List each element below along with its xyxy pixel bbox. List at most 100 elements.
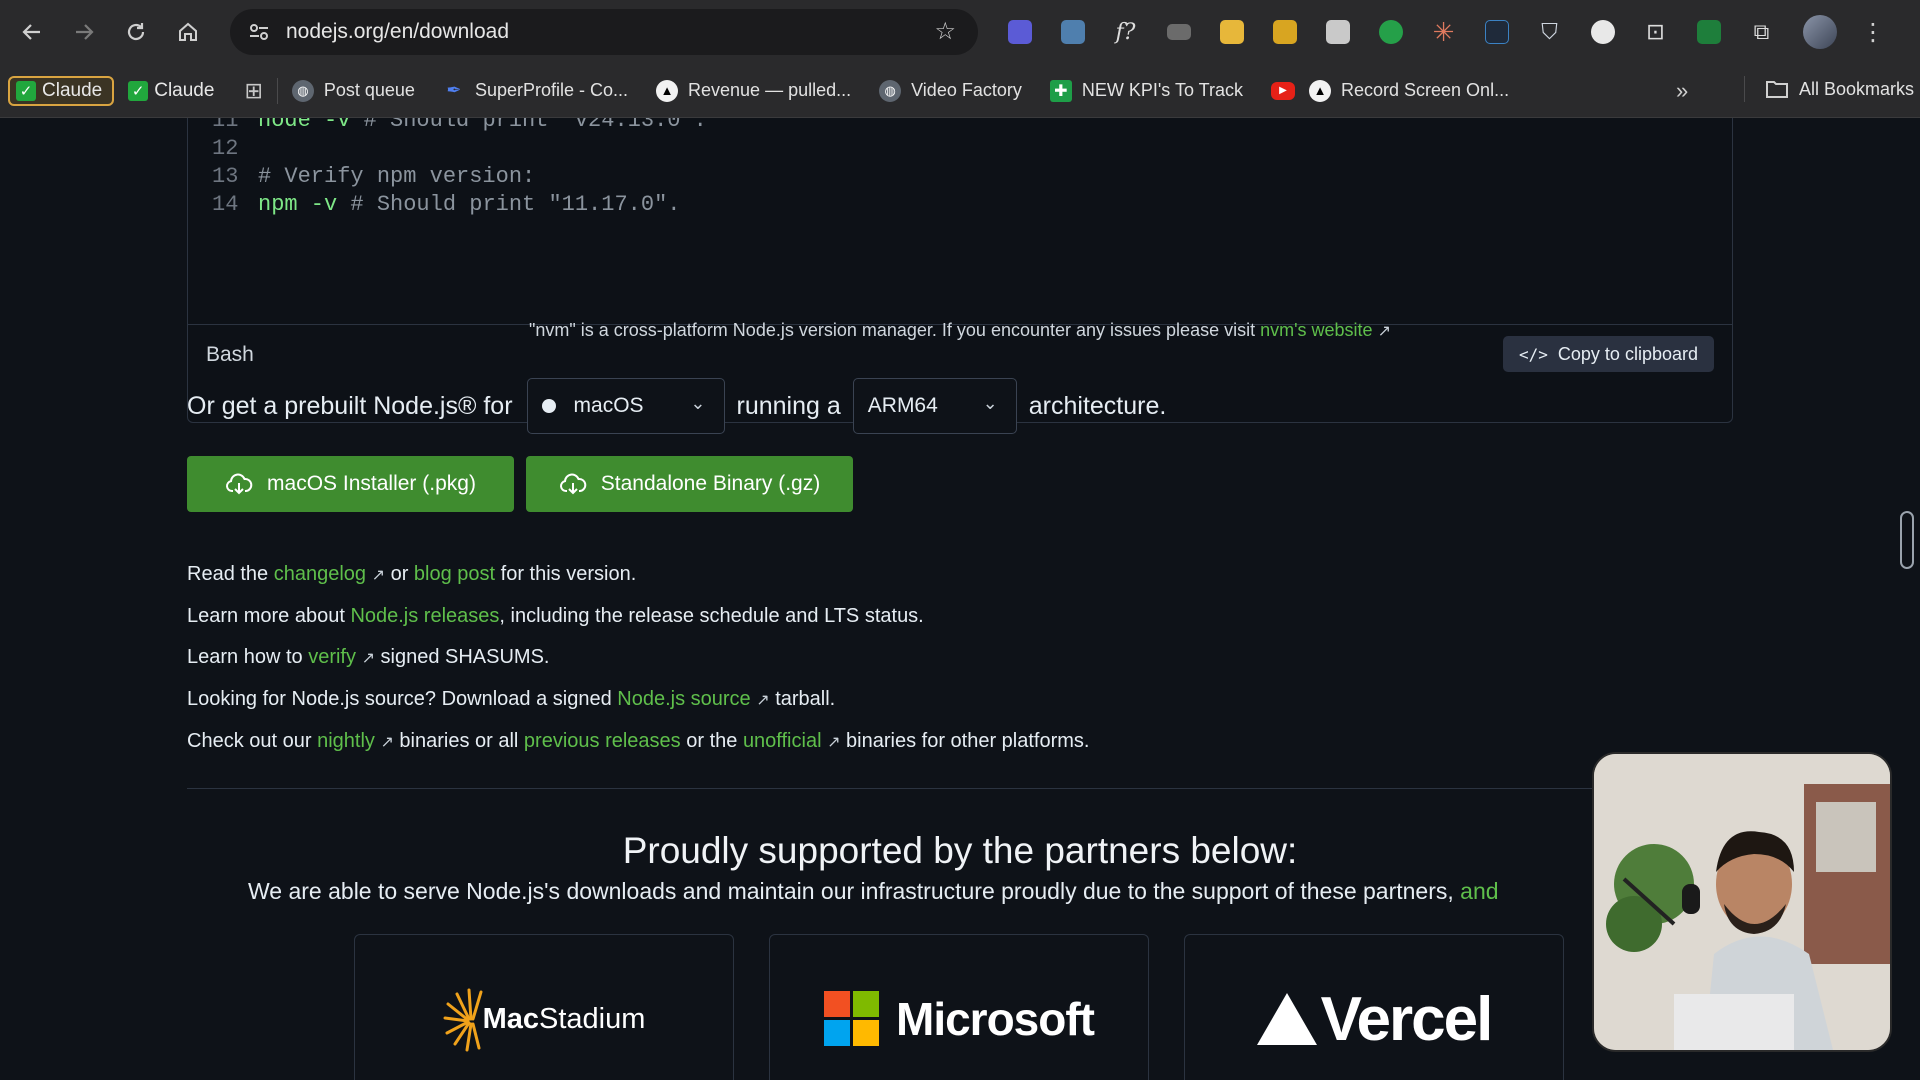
globe-icon: ◍ [879, 79, 902, 102]
bookmark-claude-2[interactable]: ✓ Claude [122, 76, 224, 106]
prebuilt-suffix: architecture. [1028, 391, 1167, 420]
verify-link[interactable]: verify [308, 646, 356, 668]
url-text[interactable]: nodejs.org/en/download [286, 20, 509, 44]
plus-icon: ✚ [1049, 79, 1072, 102]
nightly-link[interactable]: nightly [317, 730, 375, 752]
feather-icon: ✒ [446, 80, 462, 100]
extension-video-icon[interactable] [1159, 13, 1198, 52]
external-link-icon: ↗ [1377, 323, 1391, 340]
bookmark-star-icon[interactable]: ☆ [934, 17, 956, 46]
nvm-website-link[interactable]: nvm's website [1260, 320, 1372, 340]
bookmark-video-factory[interactable]: ◍ Video Factory [879, 79, 1022, 102]
extension-shield-icon[interactable]: ⛉ [1530, 13, 1569, 52]
code-lines: 11 node -v # Should print "v24.13.0". 12 … [212, 118, 707, 219]
nodejs-source-link[interactable]: Node.js source [617, 688, 750, 710]
all-bookmarks-label: All Bookmarks [1799, 78, 1915, 99]
forward-icon[interactable] [58, 6, 110, 58]
more-bookmarks-chevron-icon[interactable]: » [1676, 78, 1688, 104]
globe-icon: ◍ [291, 79, 314, 102]
arch-select[interactable]: ARM64 ⌄ [852, 378, 1017, 434]
menu-kebab-icon[interactable]: ⋮ [1861, 18, 1885, 47]
extension-spark-icon[interactable]: ✳ [1424, 13, 1463, 52]
profile-avatar[interactable] [1803, 15, 1837, 49]
bookmark-superprofile[interactable]: ✒ SuperProfile - Co... [443, 80, 628, 102]
info-line-verify: Learn how to verify ↗ signed SHASUMS. [187, 646, 550, 668]
chevron-down-icon: ⌄ [690, 393, 706, 413]
bookmark-label: Claude [42, 79, 103, 101]
code-line: 14 npm -v # Should print "11.17.0". [212, 192, 681, 217]
checkmark-icon: ✓ [128, 80, 149, 101]
code-line: 11 node -v # Should print "v24.13.0". [212, 118, 707, 133]
nodejs-releases-link[interactable]: Node.js releases [350, 605, 499, 627]
macos-installer-button[interactable]: macOS Installer (.pkg) [187, 456, 514, 512]
changelog-link[interactable]: changelog [274, 563, 366, 585]
bookmark-label: Revenue — pulled... [688, 80, 852, 100]
cloud-download-icon [226, 473, 253, 495]
vercel-logo-icon [1256, 993, 1317, 1045]
extension-search-icon[interactable] [1583, 13, 1622, 52]
prebuilt-selector: Or get a prebuilt Node.js® for macOS ⌄ r… [187, 378, 1166, 434]
microsoft-wordmark: Microsoft [896, 993, 1095, 1045]
external-link-icon: ↗ [371, 567, 386, 584]
partner-card-microsoft[interactable]: Microsoft [769, 934, 1149, 1080]
previous-releases-link[interactable]: previous releases [524, 730, 681, 752]
triangle-icon: ▲ [1309, 79, 1331, 102]
extension-window-icon[interactable] [1318, 13, 1357, 52]
reload-icon[interactable] [110, 6, 162, 58]
address-bar[interactable]: nodejs.org/en/download ☆ [230, 9, 978, 55]
extension-eye-icon[interactable] [1371, 13, 1410, 52]
bookmark-separator [1744, 76, 1745, 102]
apple-icon [541, 399, 556, 413]
bookmark-separator [276, 77, 278, 104]
bookmark-revenue[interactable]: ▲ Revenue — pulled... [656, 79, 852, 102]
os-select[interactable]: macOS ⌄ [526, 378, 725, 434]
extension-folder-icon[interactable] [1265, 13, 1304, 52]
bookmark-label: Post queue [323, 80, 415, 100]
all-bookmarks[interactable]: All Bookmarks [1744, 76, 1914, 102]
copy-to-clipboard-button[interactable]: </> Copy to clipboard [1503, 336, 1714, 372]
apps-grid-icon[interactable]: ⊞ [244, 78, 262, 104]
extensions-puzzle-icon[interactable]: ⧉ [1742, 13, 1781, 52]
blog-post-link[interactable]: blog post [414, 563, 495, 585]
extension-image-icon[interactable] [1053, 13, 1092, 52]
partners-link[interactable]: and [1460, 878, 1498, 904]
site-info-icon[interactable] [244, 17, 274, 47]
section-divider [187, 788, 1592, 789]
bookmark-label: NEW KPI's To Track [1081, 80, 1243, 100]
standalone-binary-button[interactable]: Standalone Binary (.gz) [526, 456, 853, 512]
extension-bluebox-icon[interactable] [1477, 13, 1516, 52]
bookmarks-bar: ✓ Claude ✓ Claude ⊞ ◍ Post queue ✒ Super… [0, 64, 1920, 118]
partner-card-vercel[interactable]: Vercel [1184, 934, 1564, 1080]
extension-font-icon[interactable]: f? [1106, 13, 1145, 52]
bookmark-youtube[interactable]: ▶ [1271, 81, 1295, 100]
bookmark-kpis[interactable]: ✚ NEW KPI's To Track [1049, 79, 1243, 102]
bookmark-claude-1[interactable]: ✓ Claude [8, 75, 115, 106]
triangle-icon: ▲ [656, 79, 679, 102]
extension-sheet-icon[interactable] [1689, 13, 1728, 52]
folder-icon [1766, 81, 1788, 98]
page-scrollbar-thumb[interactable] [1900, 511, 1914, 569]
bookmark-post-queue[interactable]: ◍ Post queue [291, 79, 415, 102]
cloud-download-icon [559, 473, 587, 495]
vercel-wordmark: Vercel [1320, 984, 1494, 1054]
bookmark-label: Claude [154, 79, 215, 101]
external-link-icon: ↗ [380, 734, 394, 751]
external-link-icon: ↗ [361, 650, 375, 667]
extension-chart-icon[interactable] [1212, 13, 1251, 52]
extension-robot-icon[interactable]: ⊡ [1636, 13, 1675, 52]
unofficial-link[interactable]: unofficial [743, 730, 822, 752]
external-link-icon: ↗ [827, 734, 841, 751]
code-language: Bash [206, 343, 254, 366]
extension-d-icon[interactable] [1000, 13, 1039, 52]
release-info: Read the changelog ↗ or blog post for th… [187, 554, 1089, 763]
home-icon[interactable] [162, 6, 214, 58]
partner-card-macstadium[interactable]: Mac Stadium [354, 934, 734, 1080]
bookmark-label: Record Screen Onl... [1341, 80, 1510, 100]
bookmark-record-screen[interactable]: ▲ Record Screen Onl... [1309, 79, 1510, 102]
youtube-icon: ▶ [1271, 81, 1295, 100]
webcam-overlay [1592, 752, 1892, 1052]
checkmark-icon: ✓ [16, 80, 36, 101]
partners-subtitle: We are able to serve Node.js's downloads… [248, 878, 1499, 904]
back-icon[interactable] [6, 6, 58, 58]
browser-toolbar: nodejs.org/en/download ☆ f? ✳ ⛉ ⊡ ⧉ ⋮ [0, 0, 1920, 64]
